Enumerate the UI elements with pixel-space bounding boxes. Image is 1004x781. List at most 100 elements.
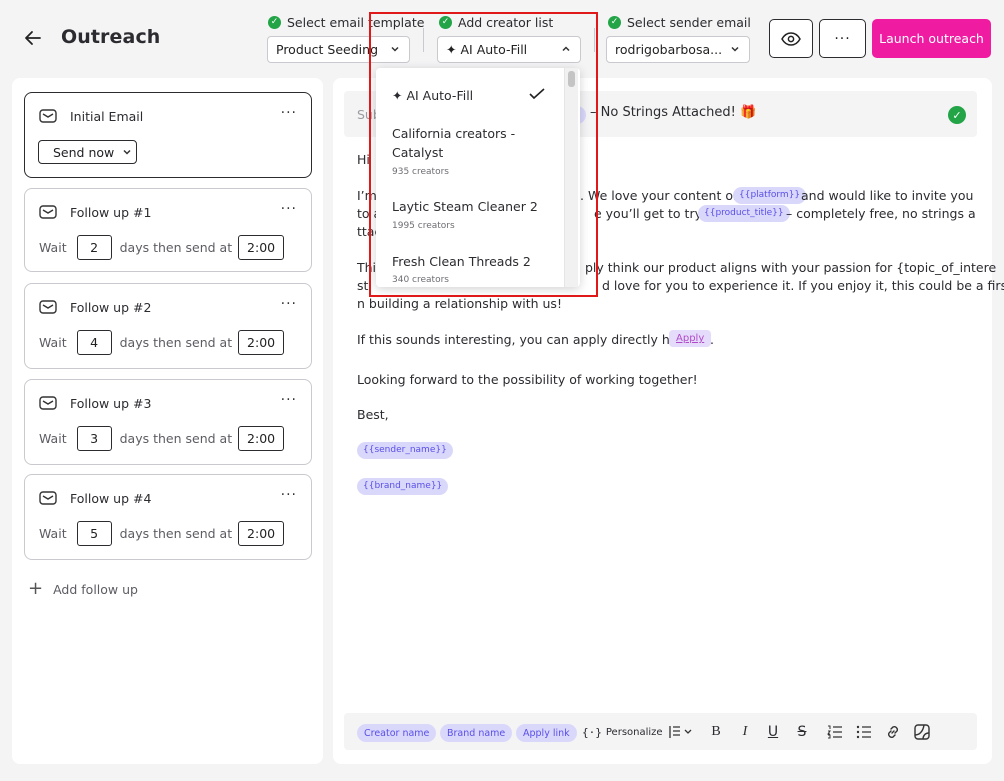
body-text: Thi [357, 260, 377, 275]
body-text: n building a relationship with us! [357, 296, 562, 311]
align-dropdown-button[interactable] [667, 722, 695, 742]
wait-row: Wait 2 days then send at 2:00 [39, 235, 285, 260]
card-title: Follow up #3 [70, 396, 152, 411]
creator-list-dropdown: ✦ AI Auto-Fill California creators - Cat… [376, 68, 580, 287]
scrollbar-thumb[interactable] [568, 71, 575, 87]
launch-outreach-button[interactable]: Launch outreach [872, 19, 991, 58]
add-follow-up-button[interactable]: + Add follow up [28, 578, 138, 599]
chevron-down-icon [390, 44, 400, 57]
chevron-up-icon [561, 44, 571, 57]
closing-line: Looking forward to the possibility of wo… [357, 372, 698, 387]
follow-up-card[interactable]: Follow up #4 ··· Wait 5 days then send a… [24, 474, 312, 560]
more-horizontal-icon[interactable]: ··· [281, 487, 297, 503]
card-title: Follow up #4 [70, 491, 152, 506]
dropdown-option[interactable]: Fresh Clean Threads 2 [392, 252, 542, 271]
back-arrow-icon[interactable] [22, 27, 44, 49]
wait-row: Wait 3 days then send at 2:00 [39, 426, 285, 451]
template-select[interactable]: Product Seeding [267, 36, 410, 63]
more-horizontal-icon[interactable]: ··· [281, 392, 297, 408]
body-text: . [710, 332, 714, 347]
body-text: and would like to invite you [801, 188, 974, 203]
wait-days-input[interactable]: 3 [76, 426, 112, 451]
wait-row: Wait 5 days then send at 2:00 [39, 521, 285, 546]
initial-email-card[interactable]: Initial Email ··· Send now [24, 92, 312, 178]
dropdown-option[interactable]: California creators - Catalyst [392, 124, 542, 162]
mail-icon [39, 300, 57, 314]
creator-count: 935 creators [392, 167, 449, 177]
wait-days-input[interactable]: 2 [76, 235, 112, 260]
bold-icon[interactable]: B [708, 722, 724, 742]
strikethrough-icon[interactable]: S [794, 722, 810, 742]
body-text: . We love your content on [580, 188, 741, 203]
check-icon: ✓ [439, 16, 452, 29]
more-options-button[interactable]: ··· [819, 19, 866, 58]
eye-icon [781, 31, 801, 46]
dropdown-scrollbar[interactable] [564, 68, 578, 287]
subject-text: – No Strings Attached! 🎁 [590, 105, 757, 120]
step-creator-list-label: ✓ Add creator list [439, 15, 553, 30]
dropdown-option-ai-auto-fill[interactable]: ✦ AI Auto-Fill [392, 86, 542, 105]
follow-up-card[interactable]: Follow up #3 ··· Wait 3 days then send a… [24, 379, 312, 465]
creator-list-select[interactable]: ✦ AI Auto-Fill [437, 36, 581, 63]
more-horizontal-icon[interactable]: ··· [281, 296, 297, 312]
italic-icon[interactable]: I [737, 722, 753, 742]
mail-icon [39, 396, 57, 410]
variable-tag: {{sender_name}} [357, 442, 453, 459]
sequence-panel: Initial Email ··· Send now Follow up #1 … [12, 78, 323, 764]
wait-days-input[interactable]: 4 [76, 330, 112, 355]
image-sticker-icon[interactable] [913, 722, 931, 742]
bullet-list-icon[interactable] [855, 722, 873, 742]
more-horizontal-icon[interactable]: ··· [281, 201, 297, 217]
ordered-list-icon[interactable] [826, 722, 844, 742]
more-horizontal-icon: ··· [834, 30, 851, 47]
creator-count: 340 creators [392, 275, 449, 285]
page-title: Outreach [61, 26, 161, 48]
wait-row: Wait 4 days then send at 2:00 [39, 330, 285, 355]
dropdown-option[interactable]: Laytic Steam Cleaner 2 [392, 197, 542, 216]
send-time-input[interactable]: 2:00 [238, 521, 285, 546]
apply-line: If this sounds interesting, you can appl… [357, 332, 695, 347]
body-text: st [357, 278, 369, 293]
mail-icon [39, 109, 57, 123]
check-circle-icon: ✓ [948, 106, 966, 124]
step-sender-label: ✓ Select sender email [608, 15, 751, 30]
mail-icon [39, 205, 57, 219]
send-time-input[interactable]: 2:00 [238, 426, 285, 451]
link-icon[interactable] [884, 722, 902, 742]
check-icon: ✓ [268, 16, 281, 29]
personalize-button[interactable]: {·} Personalize [582, 722, 663, 742]
card-title: Follow up #1 [70, 205, 152, 220]
sparkle-icon: ✦ [392, 88, 403, 103]
body-text: d love for you to experience it. If you … [602, 278, 1004, 293]
check-icon: ✓ [608, 16, 621, 29]
divider [594, 28, 595, 52]
follow-up-card[interactable]: Follow up #1 ··· Wait 2 days then send a… [24, 188, 312, 272]
variable-tag: {{product_title}} [698, 205, 790, 222]
braces-icon: {·} [582, 725, 602, 739]
greeting: Hi [357, 152, 370, 167]
send-now-select[interactable]: Send now [38, 140, 137, 164]
plus-icon: + [28, 578, 44, 599]
insert-creator-name-chip[interactable]: Creator name [357, 724, 437, 742]
align-left-icon [669, 726, 692, 738]
divider [423, 28, 424, 52]
wait-days-input[interactable]: 5 [76, 521, 112, 546]
insert-apply-link-chip[interactable]: Apply link [516, 724, 577, 742]
insert-brand-name-chip[interactable]: Brand name [440, 724, 513, 742]
underline-icon[interactable]: U [765, 722, 781, 742]
card-title: Initial Email [70, 109, 144, 124]
send-time-input[interactable]: 2:00 [238, 235, 285, 260]
body-text: ply think our product aligns with your p… [585, 260, 997, 275]
sign-off: Best, [357, 407, 389, 422]
variable-tag: {{brand_name}} [357, 478, 449, 495]
follow-up-card[interactable]: Follow up #2 ··· Wait 4 days then send a… [24, 283, 312, 369]
more-horizontal-icon[interactable]: ··· [281, 105, 297, 121]
body-text: – completely free, no strings a [786, 206, 976, 221]
sender-select[interactable]: rodrigobarbosa... [606, 36, 750, 63]
mail-icon [39, 491, 57, 505]
apply-link[interactable]: Apply [669, 330, 712, 347]
send-time-input[interactable]: 2:00 [238, 330, 285, 355]
chevron-down-icon [730, 44, 740, 57]
card-title: Follow up #2 [70, 300, 152, 315]
preview-button[interactable] [769, 19, 813, 58]
